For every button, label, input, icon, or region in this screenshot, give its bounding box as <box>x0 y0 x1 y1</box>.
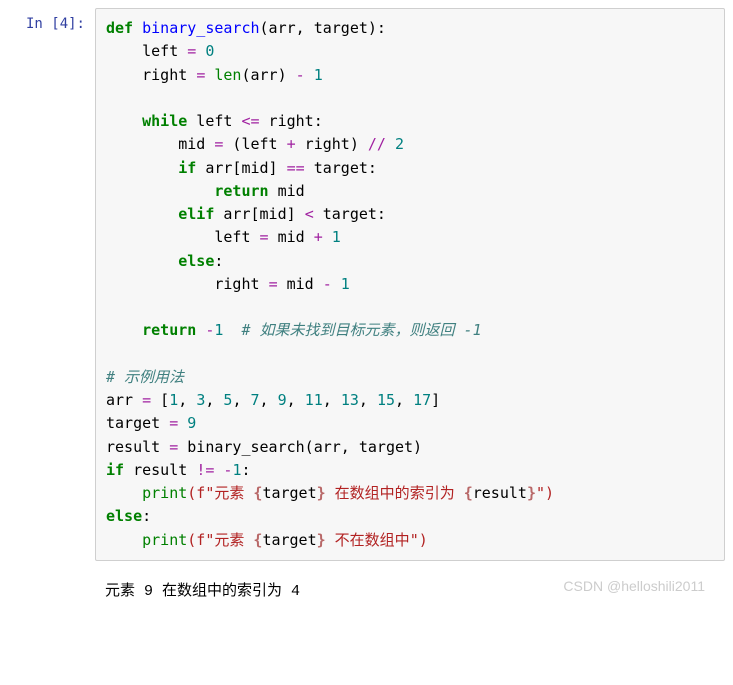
code-line: return -1 # 如果未找到目标元素，则返回 -1 <box>106 319 714 342</box>
code-line <box>106 343 714 366</box>
code-line: print(f"元素 {target} 不在数组中") <box>106 529 714 552</box>
code-line: print(f"元素 {target} 在数组中的索引为 {result}") <box>106 482 714 505</box>
output-text: 元素 9 在数组中的索引为 4 <box>95 573 563 600</box>
code-line: arr = [1, 3, 5, 7, 9, 11, 13, 15, 17] <box>106 389 714 412</box>
code-line: right = mid - 1 <box>106 273 714 296</box>
code-cell: In [4]: def binary_search(arr, target): … <box>0 0 733 569</box>
code-line <box>106 87 714 110</box>
code-line: right = len(arr) - 1 <box>106 64 714 87</box>
code-input[interactable]: def binary_search(arr, target): left = 0… <box>95 8 725 561</box>
code-line: if result != -1: <box>106 459 714 482</box>
code-line: result = binary_search(arr, target) <box>106 436 714 459</box>
code-line: while left <= right: <box>106 110 714 133</box>
code-line: if arr[mid] == target: <box>106 157 714 180</box>
code-line: # 示例用法 <box>106 366 714 389</box>
code-line: def binary_search(arr, target): <box>106 17 714 40</box>
code-line: else: <box>106 250 714 273</box>
output-prompt <box>0 573 95 600</box>
code-line: left = 0 <box>106 40 714 63</box>
code-line: else: <box>106 505 714 528</box>
code-line: elif arr[mid] < target: <box>106 203 714 226</box>
code-line: left = mid + 1 <box>106 226 714 249</box>
output-cell: 元素 9 在数组中的索引为 4 CSDN @helloshili2011 <box>0 569 733 608</box>
watermark: CSDN @helloshili2011 <box>563 578 725 594</box>
code-line: return mid <box>106 180 714 203</box>
code-line <box>106 296 714 319</box>
code-line: mid = (left + right) // 2 <box>106 133 714 156</box>
input-prompt: In [4]: <box>0 8 95 561</box>
code-line: target = 9 <box>106 412 714 435</box>
